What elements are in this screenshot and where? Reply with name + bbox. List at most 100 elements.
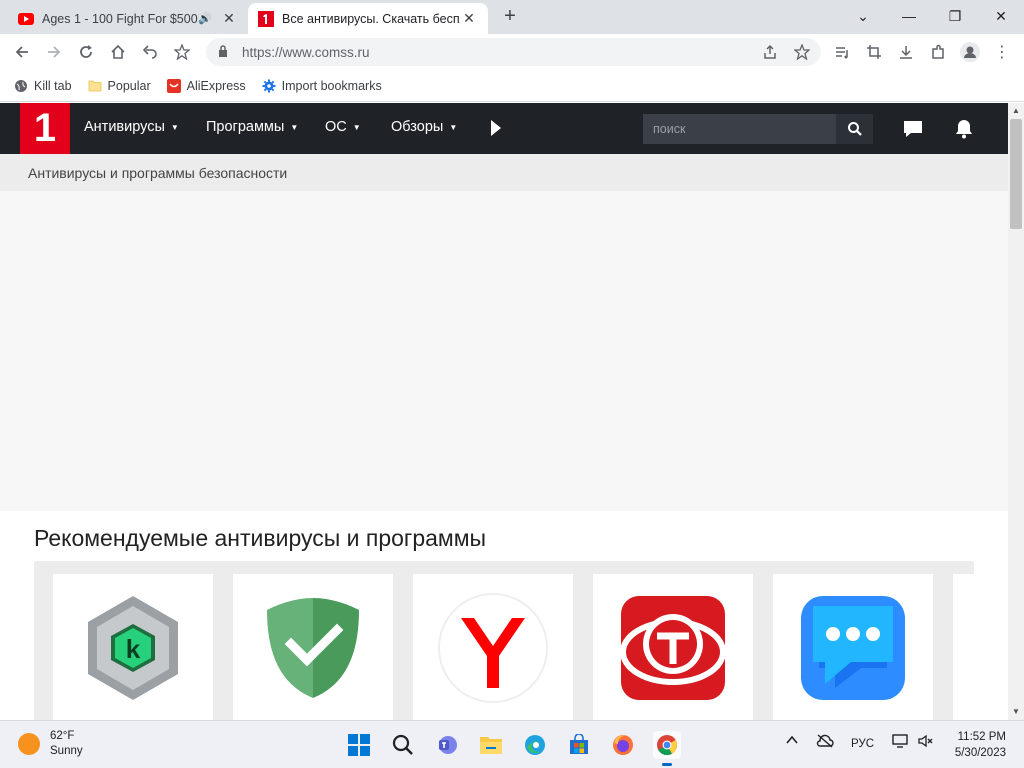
profile-avatar-icon[interactable]: [958, 40, 982, 64]
edge-icon[interactable]: [521, 731, 549, 759]
product-card[interactable]: k: [53, 574, 213, 720]
teams-chat-icon[interactable]: [433, 731, 461, 759]
forward-icon[interactable]: [42, 40, 66, 64]
bookmark-import[interactable]: Import bookmarks: [262, 79, 382, 93]
caret-down-icon: ▼: [449, 122, 458, 132]
crop-icon[interactable]: [862, 40, 886, 64]
nav-antivirus[interactable]: Антивирусы ▼: [84, 119, 179, 135]
show-hidden-icons-chevron-icon[interactable]: [786, 735, 798, 748]
tab-strip: Ages 1 - 100 Fight For $500,000 🔊 ✕ Все …: [0, 0, 1024, 34]
scrollbar-thumb[interactable]: [1010, 119, 1022, 229]
comss-favicon-icon: [258, 10, 274, 27]
product-card[interactable]: [233, 574, 393, 720]
web-page: 1 Антивирусы ▼ Программы ▼ ОС ▼ Обзоры ▼ пои…: [0, 103, 1008, 720]
product-card-partial[interactable]: [953, 574, 974, 720]
product-card[interactable]: [593, 574, 753, 720]
logo-text: 1: [33, 106, 57, 150]
tab-title: Все антивирусы. Скачать беспл: [282, 11, 460, 26]
tab-comss[interactable]: Все антивирусы. Скачать беспл ✕: [248, 3, 488, 34]
file-explorer-icon[interactable]: [477, 731, 505, 759]
input-language[interactable]: РУС: [851, 738, 874, 750]
bookmark-star-icon[interactable]: [170, 40, 194, 64]
firefox-icon[interactable]: [609, 731, 637, 759]
volume-muted-icon[interactable]: [918, 734, 934, 751]
scroll-up-arrow-icon[interactable]: ▲: [1008, 103, 1024, 119]
bookmark-kill-tab[interactable]: Kill tab: [14, 79, 72, 93]
weather-desc: Sunny: [50, 745, 83, 757]
close-tab-icon[interactable]: ✕: [220, 10, 238, 27]
caret-down-icon: ▼: [352, 122, 361, 132]
taskbar-search-icon[interactable]: [389, 731, 417, 759]
tab-youtube[interactable]: Ages 1 - 100 Fight For $500,000 🔊 ✕: [8, 3, 248, 34]
home-icon[interactable]: [106, 40, 130, 64]
ad-placeholder: [0, 191, 1008, 511]
search-icon: [847, 122, 862, 136]
url-text: https://www.comss.ru: [242, 44, 370, 60]
menu-kebab-icon[interactable]: ⋮: [990, 40, 1014, 64]
speaker-icon[interactable]: 🔊: [198, 12, 214, 25]
onedrive-offline-icon[interactable]: [816, 734, 834, 751]
tab-search-icon[interactable]: ⌄: [840, 4, 886, 28]
chat-icon[interactable]: [902, 119, 924, 139]
product-card[interactable]: [413, 574, 573, 720]
tab-title: Ages 1 - 100 Fight For $500,000: [42, 11, 198, 26]
recommended-section: Рекомендуемые антивирусы и программы k: [0, 511, 1008, 720]
lock-icon[interactable]: [218, 44, 232, 60]
nav-more-arrow-icon[interactable]: [488, 116, 504, 140]
search-button[interactable]: [836, 114, 873, 144]
minimize-icon[interactable]: —: [886, 4, 932, 28]
trend-micro-icon: [620, 596, 726, 700]
bookmark-label: Import bookmarks: [281, 78, 382, 93]
scroll-down-arrow-icon[interactable]: ▼: [1008, 704, 1024, 720]
undo-icon[interactable]: [138, 40, 162, 64]
bookmark-popular[interactable]: Popular: [88, 79, 151, 93]
nav-label: ОС: [325, 119, 347, 135]
site-logo[interactable]: 1: [20, 103, 70, 154]
clock-time: 11:52 PM: [957, 731, 1006, 743]
back-icon[interactable]: [10, 40, 34, 64]
youtube-icon: [18, 11, 34, 27]
recommended-carousel: k: [34, 561, 974, 720]
restore-icon[interactable]: ❐: [932, 4, 978, 28]
network-icon[interactable]: [892, 734, 908, 751]
product-card[interactable]: [773, 574, 933, 720]
bookmark-label: Kill tab: [34, 78, 72, 93]
yandex-browser-icon: [438, 593, 548, 703]
nav-reviews[interactable]: Обзоры ▼: [391, 119, 457, 135]
adguard-icon: [267, 598, 359, 698]
chrome-icon[interactable]: [653, 731, 681, 766]
globe-icon: [14, 79, 28, 93]
page-scrollbar[interactable]: ▲ ▼: [1008, 103, 1024, 720]
share-icon[interactable]: [758, 40, 782, 64]
bell-icon[interactable]: [953, 118, 975, 140]
close-tab-icon[interactable]: ✕: [460, 10, 478, 27]
system-clock[interactable]: 11:52 PM 5/30/2023: [946, 729, 1006, 761]
start-button-icon[interactable]: [345, 731, 373, 759]
bookmark-label: AliExpress: [186, 78, 246, 93]
new-tab-button[interactable]: +: [498, 5, 522, 28]
weather-widget[interactable]: 62°F Sunny: [18, 729, 83, 759]
nav-os[interactable]: ОС ▼: [325, 119, 361, 135]
search-placeholder: поиск: [653, 122, 686, 136]
bookmark-aliexpress[interactable]: AliExpress: [166, 78, 246, 93]
bookmark-page-star-icon[interactable]: [790, 40, 814, 64]
nav-programs[interactable]: Программы ▼: [206, 119, 298, 135]
media-controls-icon[interactable]: [830, 40, 854, 64]
folder-icon: [88, 79, 102, 93]
bookmark-label: Popular: [107, 78, 151, 93]
close-window-icon[interactable]: ✕: [978, 4, 1024, 28]
section-title: Рекомендуемые антивирусы и программы: [34, 525, 487, 551]
address-bar[interactable]: https://www.comss.ru: [206, 38, 821, 66]
microsoft-store-icon[interactable]: [565, 731, 593, 759]
nav-label: Обзоры: [391, 119, 444, 135]
caret-down-icon: ▼: [170, 122, 179, 132]
download-icon[interactable]: [894, 40, 918, 64]
breadcrumb-text[interactable]: Антивирусы и программы безопасности: [28, 165, 287, 181]
search-input[interactable]: поиск: [643, 114, 836, 144]
windows-taskbar: 62°F Sunny РУС 11:52 PM 5/30/2023: [0, 720, 1024, 768]
reload-icon[interactable]: [74, 40, 98, 64]
svg-text:k: k: [126, 634, 141, 664]
extensions-icon[interactable]: [926, 40, 950, 64]
gear-icon: [262, 79, 276, 93]
site-navbar: 1 Антивирусы ▼ Программы ▼ ОС ▼ Обзоры ▼ пои…: [0, 103, 1008, 154]
